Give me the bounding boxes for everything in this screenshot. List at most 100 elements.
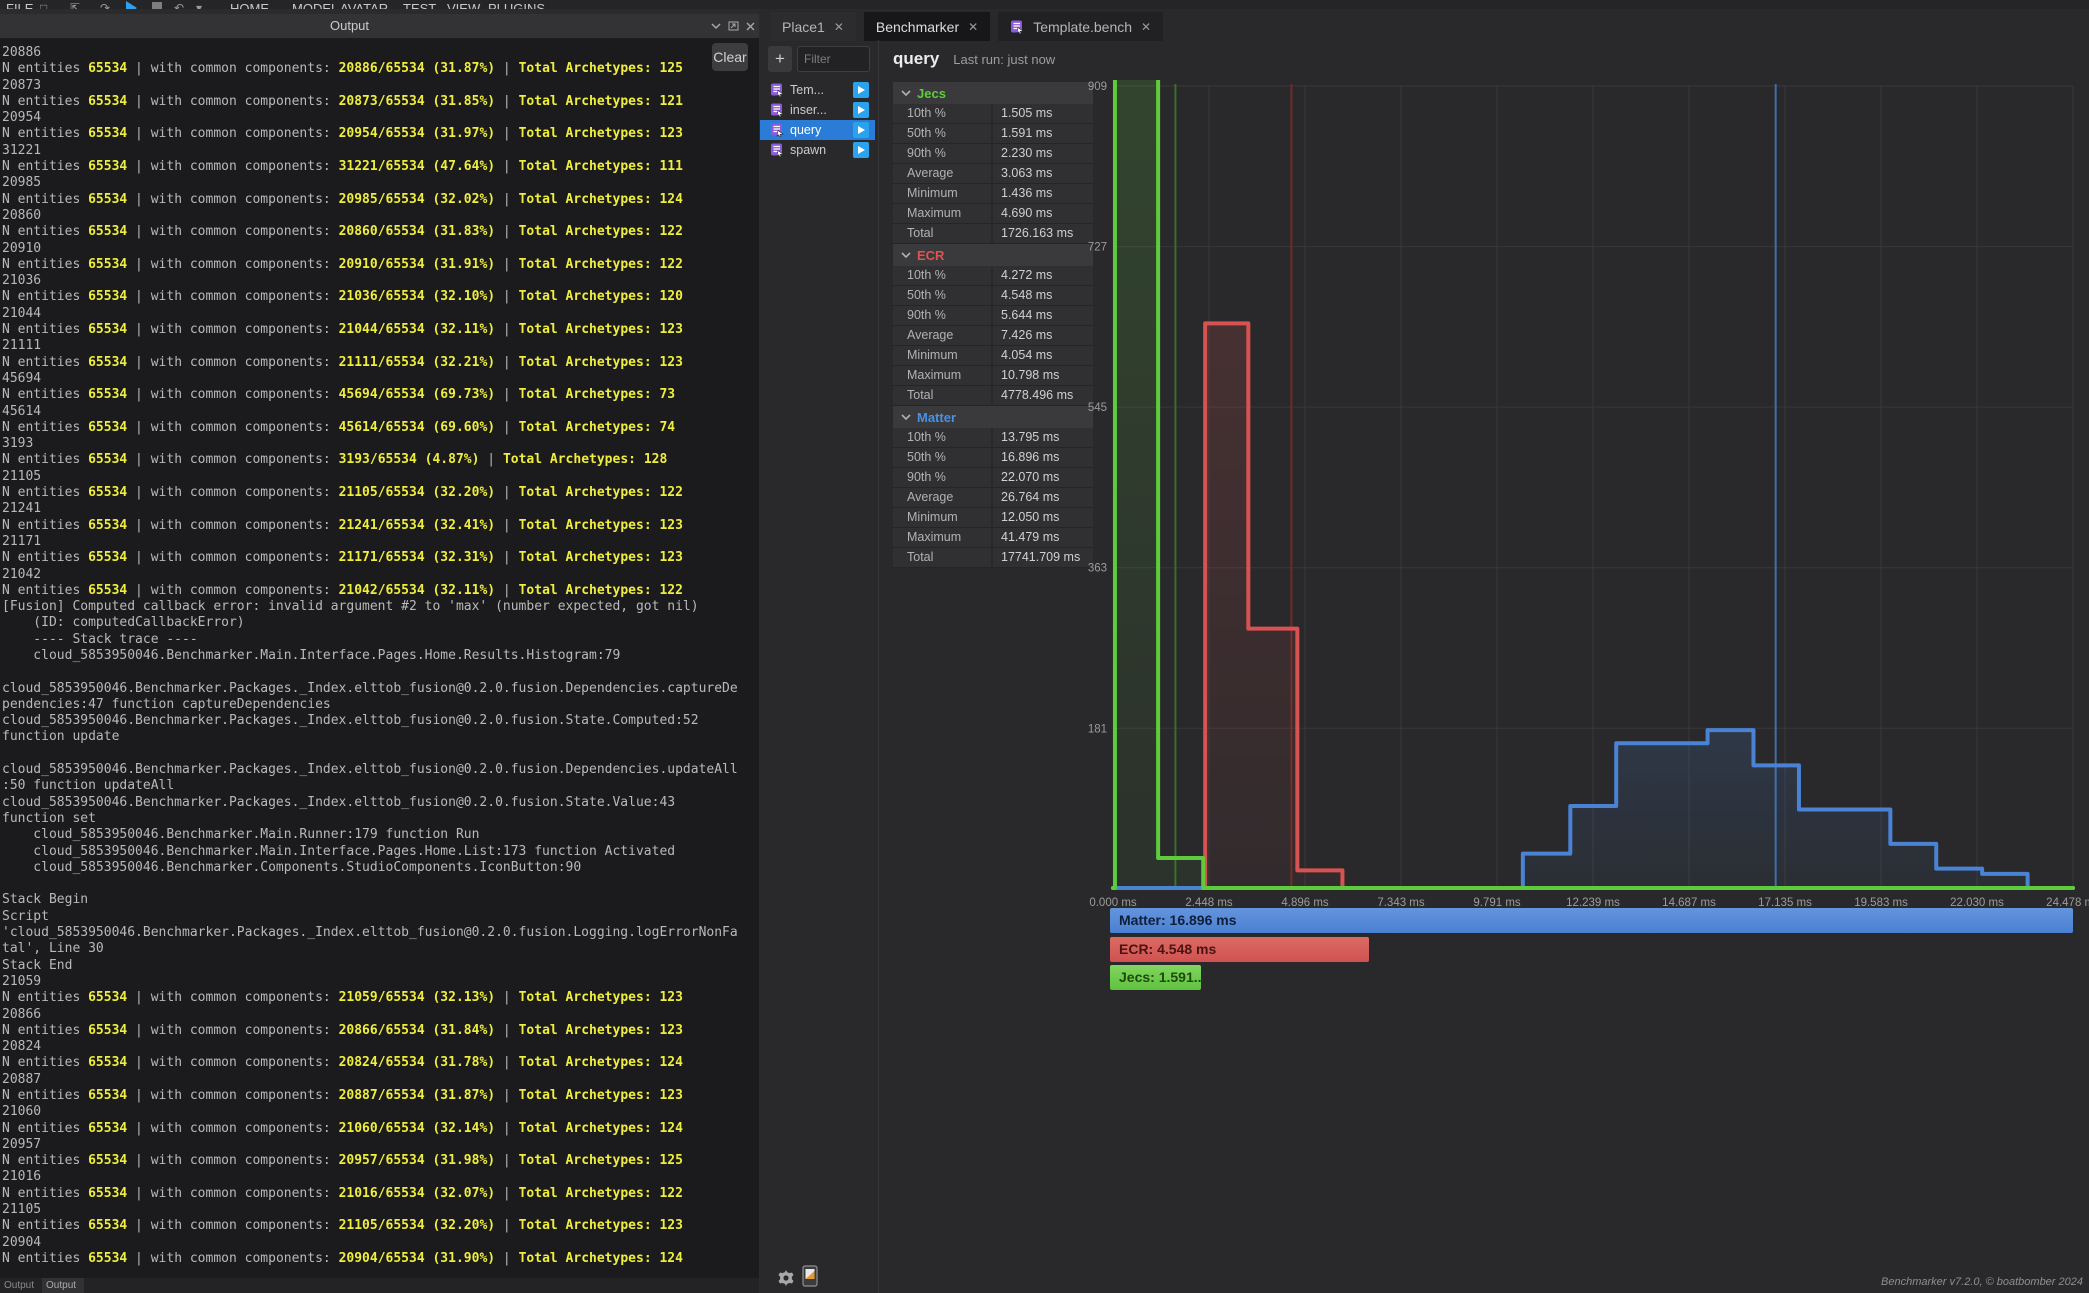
stat-value: 4778.496 ms [993,386,1093,406]
log-text-line: [Fusion] Computed callback error: invali… [2,599,759,615]
float-window-icon[interactable] [728,21,739,31]
stat-label: 10th % [893,266,991,286]
output-console[interactable]: 20886N entities 65534 | with common comp… [0,38,759,1278]
stats-section-header-jecs[interactable]: Jecs [893,82,1093,104]
log-text-line: function set [2,811,759,827]
benchmark-item-query[interactable]: query [760,120,875,140]
log-entity-line: N entities 65534 | with common component… [2,420,759,436]
ribbon-menu-home[interactable]: HOME [230,0,269,9]
output-titlebar[interactable]: Output [0,14,759,38]
log-entity-count: 20904 [2,1235,759,1251]
log-entity-count: 20887 [2,1072,759,1088]
log-entity-line: N entities 65534 | with common component… [2,159,759,175]
run-benchmark-button[interactable] [853,142,869,158]
log-text-line: tal', Line 30 [2,941,759,957]
log-entity-line: N entities 65534 | with common component… [2,192,759,208]
log-entity-line: N entities 65534 | with common component… [2,1088,759,1104]
histogram-svg: 9097275453631810.000 ms2.448 ms4.896 ms7… [1085,80,2089,910]
play-icon[interactable] [126,1,137,9]
log-entity-count: 3193 [2,436,759,452]
histogram-chart: 9097275453631810.000 ms2.448 ms4.896 ms7… [1085,80,2089,910]
import-icon[interactable]: ⇱ [70,1,80,9]
close-icon[interactable] [746,22,755,31]
output-tab[interactable]: Output [42,1278,84,1293]
stat-label: Average [893,326,991,346]
tab-template-bench[interactable]: Template.bench ✕ [998,12,1163,41]
log-entity-count: 21241 [2,501,759,517]
run-benchmark-button[interactable] [853,122,869,138]
report-journal-icon [802,1265,818,1287]
log-entity-count: 21036 [2,273,759,289]
log-entity-line: N entities 65534 | with common component… [2,61,759,77]
redo-icon[interactable]: ↷ [100,1,110,9]
stats-section-header-matter[interactable]: Matter [893,406,1093,428]
log-entity-line: N entities 65534 | with common component… [2,990,759,1006]
stat-label: Total [893,224,991,244]
stop-icon[interactable] [152,2,162,9]
script-icon [770,83,784,97]
report-button[interactable] [802,1265,818,1290]
stat-label: 90th % [893,468,991,488]
script-icon [1010,20,1024,34]
benchmark-list: Tem...inser...query spawn [760,80,875,160]
log-blank-line [2,746,759,762]
stats-row: 10th %13.795 ms [893,428,1093,448]
benchmark-item-label: spawn [790,143,826,157]
filter-input[interactable] [797,46,870,72]
ribbon-menu-plugins[interactable]: PLUGINS [488,0,545,9]
log-entity-count: 21111 [2,338,759,354]
chevron-down-icon[interactable]: ▾ [196,1,202,9]
stat-label: Maximum [893,366,991,386]
log-text-line: Script [2,909,759,925]
y-axis-tick: 727 [1088,242,1107,254]
run-benchmark-button[interactable] [853,102,869,118]
stat-value: 7.426 ms [993,326,1093,346]
stats-row: Minimum4.054 ms [893,346,1093,366]
stat-value: 1.436 ms [993,184,1093,204]
tab-close-icon[interactable]: ✕ [968,20,978,34]
stats-row: 90th %2.230 ms [893,144,1093,164]
ribbon-menu-avatar[interactable]: AVATAR [340,0,388,9]
plugin-footer-buttons [777,1265,818,1290]
chevron-down-icon[interactable] [711,23,721,30]
stat-value: 10.798 ms [993,366,1093,386]
legend-bar-matter[interactable]: Matter: 16.896 ms [1110,908,2073,933]
add-benchmark-button[interactable]: + [768,46,792,72]
clear-output-button[interactable]: Clear [712,43,748,71]
run-benchmark-button[interactable] [853,82,869,98]
benchmark-item-spawn[interactable]: spawn [760,140,875,160]
ribbon-menu-model[interactable]: MODEL [292,0,338,9]
benchmark-item-tem[interactable]: Tem... [760,80,875,100]
log-entity-count: 21044 [2,306,759,322]
benchmark-item-inser[interactable]: inser... [760,100,875,120]
studio-window: FILE □ ⇱ ↷ ↶ ▾ HOME MODELAVATAR TEST VIEW PL… [0,0,2089,1293]
log-text-line: function update [2,729,759,745]
new-file-icon[interactable]: □ [40,1,47,9]
stat-label: Maximum [893,528,991,548]
tab-close-icon[interactable]: ✕ [834,20,844,34]
stat-label: Minimum [893,346,991,366]
ribbon-menu-view[interactable]: VIEW [447,0,480,9]
log-entity-line: N entities 65534 | with common component… [2,387,759,403]
log-entity-count: 21105 [2,469,759,485]
log-entity-line: N entities 65534 | with common component… [2,289,759,305]
stat-value: 1.505 ms [993,104,1093,124]
stats-row: Minimum12.050 ms [893,508,1093,528]
settings-gear-button[interactable] [777,1269,795,1290]
tab-place1[interactable]: Place1 ✕ [770,12,856,41]
stats-section-header-ecr[interactable]: ECR [893,244,1093,266]
undo-icon[interactable]: ↶ [174,1,184,9]
log-entity-line: N entities 65534 | with common component… [2,1218,759,1234]
ribbon-menu-test[interactable]: TEST [403,0,436,9]
file-menu[interactable]: FILE [6,0,33,9]
output-tab[interactable]: Output [0,1278,42,1293]
stat-label: Average [893,488,991,508]
legend-bar-jecs[interactable]: Jecs: 1.591... [1110,965,1201,990]
tab-close-icon[interactable]: ✕ [1141,20,1151,34]
stats-table: Jecs10th %1.505 ms50th %1.591 ms90th %2.… [893,82,1093,568]
log-entity-line: N entities 65534 | with common component… [2,1153,759,1169]
benchmark-title: query [893,49,939,69]
tab-benchmarker[interactable]: Benchmarker ✕ [864,12,990,41]
legend-bar-ecr[interactable]: ECR: 4.548 ms [1110,937,1369,962]
log-text-line: cloud_5853950046.Benchmarker.Components.… [2,860,759,876]
